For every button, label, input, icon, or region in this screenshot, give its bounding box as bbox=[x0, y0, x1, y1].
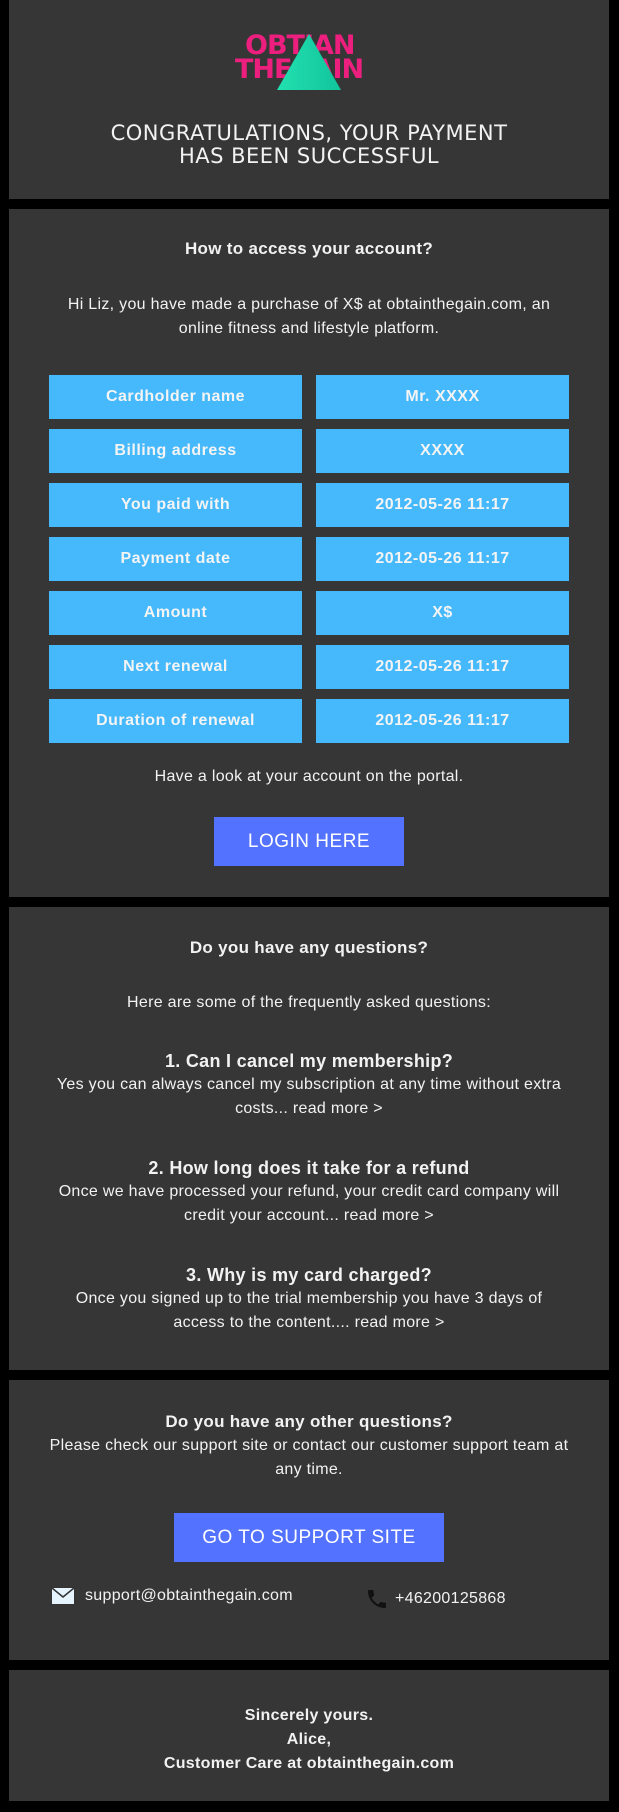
detail-label: Amount bbox=[49, 591, 302, 635]
support-site-button[interactable]: GO TO SUPPORT SITE bbox=[174, 1513, 444, 1562]
detail-label: Cardholder name bbox=[49, 375, 302, 419]
read-more-link[interactable]: read more > bbox=[344, 1207, 434, 1224]
faq-question: 2. How long does it take for a refund bbox=[148, 1158, 470, 1178]
detail-row: Next renewal 2012-05-26 11:17 bbox=[49, 645, 569, 689]
faq-question: 3. Why is my card charged? bbox=[186, 1265, 432, 1285]
detail-value: XXXX bbox=[316, 429, 569, 473]
detail-label: Duration of renewal bbox=[49, 699, 302, 743]
support-panel: Do you have any other questions? Please … bbox=[9, 1380, 609, 1660]
read-more-link[interactable]: read more > bbox=[293, 1100, 383, 1117]
phone-icon bbox=[368, 1590, 386, 1608]
detail-row: Cardholder name Mr. XXXX bbox=[49, 375, 569, 419]
login-button[interactable]: LOGIN HERE bbox=[214, 817, 404, 866]
brand-logo[interactable]: OBTIAN THEGAIN bbox=[235, 30, 385, 90]
faq-panel: Do you have any questions? Here are some… bbox=[9, 907, 609, 1370]
detail-label: You paid with bbox=[49, 483, 302, 527]
detail-label: Billing address bbox=[49, 429, 302, 473]
header-panel: OBTIAN THEGAIN CONGRATULATIONS, YOUR PAY… bbox=[9, 0, 609, 199]
email-link[interactable]: support@obtainthegain.com bbox=[85, 1587, 293, 1605]
detail-value: Mr. XXXX bbox=[316, 375, 569, 419]
detail-row: Amount X$ bbox=[49, 591, 569, 635]
faq-intro: Here are some of the frequently asked qu… bbox=[127, 994, 491, 1011]
detail-row: Duration of renewal 2012-05-26 11:17 bbox=[49, 699, 569, 743]
support-email[interactable]: support@obtainthegain.com bbox=[51, 1587, 293, 1605]
detail-row: Billing address XXXX bbox=[49, 429, 569, 473]
page-title: CONGRATULATIONS, YOUR PAYMENT HAS BEEN S… bbox=[9, 122, 609, 168]
faq-answer: Yes you can always cancel my subscriptio… bbox=[9, 1073, 609, 1121]
faq-answer-text: Once we have processed your refund, your… bbox=[58, 1183, 560, 1224]
faq-answer: Once we have processed your refund, your… bbox=[9, 1180, 609, 1228]
support-heading: Do you have any other questions? bbox=[165, 1412, 453, 1431]
faq-answer-text: Once you signed up to the trial membersh… bbox=[75, 1290, 543, 1331]
title-line-2: HAS BEEN SUCCESSFUL bbox=[178, 144, 440, 168]
faq-item: 3. Why is my card charged? Once you sign… bbox=[9, 1263, 609, 1335]
account-heading: How to access your account? bbox=[184, 239, 434, 258]
detail-label: Next renewal bbox=[49, 645, 302, 689]
signoff-panel: Sincerely yours. Alice, Customer Care at… bbox=[9, 1670, 609, 1801]
account-panel: How to access your account? Hi Liz, you … bbox=[9, 209, 609, 897]
signoff-line-1: Sincerely yours. bbox=[244, 1707, 374, 1724]
detail-row: You paid with 2012-05-26 11:17 bbox=[49, 483, 569, 527]
faq-heading: Do you have any questions? bbox=[189, 938, 429, 957]
faq-question: 1. Can I cancel my membership? bbox=[164, 1051, 454, 1071]
signoff-line-2: Alice, bbox=[286, 1731, 332, 1748]
payment-details: Cardholder name Mr. XXXX Billing address XX… bbox=[49, 375, 569, 753]
faq-item: 2. How long does it take for a refund On… bbox=[9, 1156, 609, 1228]
detail-value: 2012-05-26 11:17 bbox=[316, 645, 569, 689]
support-text: Please check our support site or contact… bbox=[49, 1437, 569, 1478]
detail-row: Payment date 2012-05-26 11:17 bbox=[49, 537, 569, 581]
support-phone[interactable]: +46200125868 bbox=[365, 1587, 506, 1611]
phone-link[interactable]: +46200125868 bbox=[395, 1590, 506, 1608]
detail-value: 2012-05-26 11:17 bbox=[316, 537, 569, 581]
read-more-link[interactable]: read more > bbox=[355, 1314, 445, 1331]
detail-label: Payment date bbox=[49, 537, 302, 581]
signoff-line-3: Customer Care at obtainthegain.com bbox=[163, 1755, 455, 1772]
detail-value: 2012-05-26 11:17 bbox=[316, 483, 569, 527]
portal-text: Have a look at your account on the porta… bbox=[154, 768, 464, 785]
envelope-icon bbox=[51, 1587, 75, 1605]
logo-triangle-icon bbox=[277, 34, 341, 90]
faq-item: 1. Can I cancel my membership? Yes you c… bbox=[9, 1049, 609, 1121]
detail-value: X$ bbox=[316, 591, 569, 635]
detail-value: 2012-05-26 11:17 bbox=[316, 699, 569, 743]
account-intro: Hi Liz, you have made a purchase of X$ a… bbox=[67, 296, 551, 337]
title-line-1: CONGRATULATIONS, YOUR PAYMENT bbox=[110, 121, 508, 145]
faq-answer: Once you signed up to the trial membersh… bbox=[9, 1287, 609, 1335]
